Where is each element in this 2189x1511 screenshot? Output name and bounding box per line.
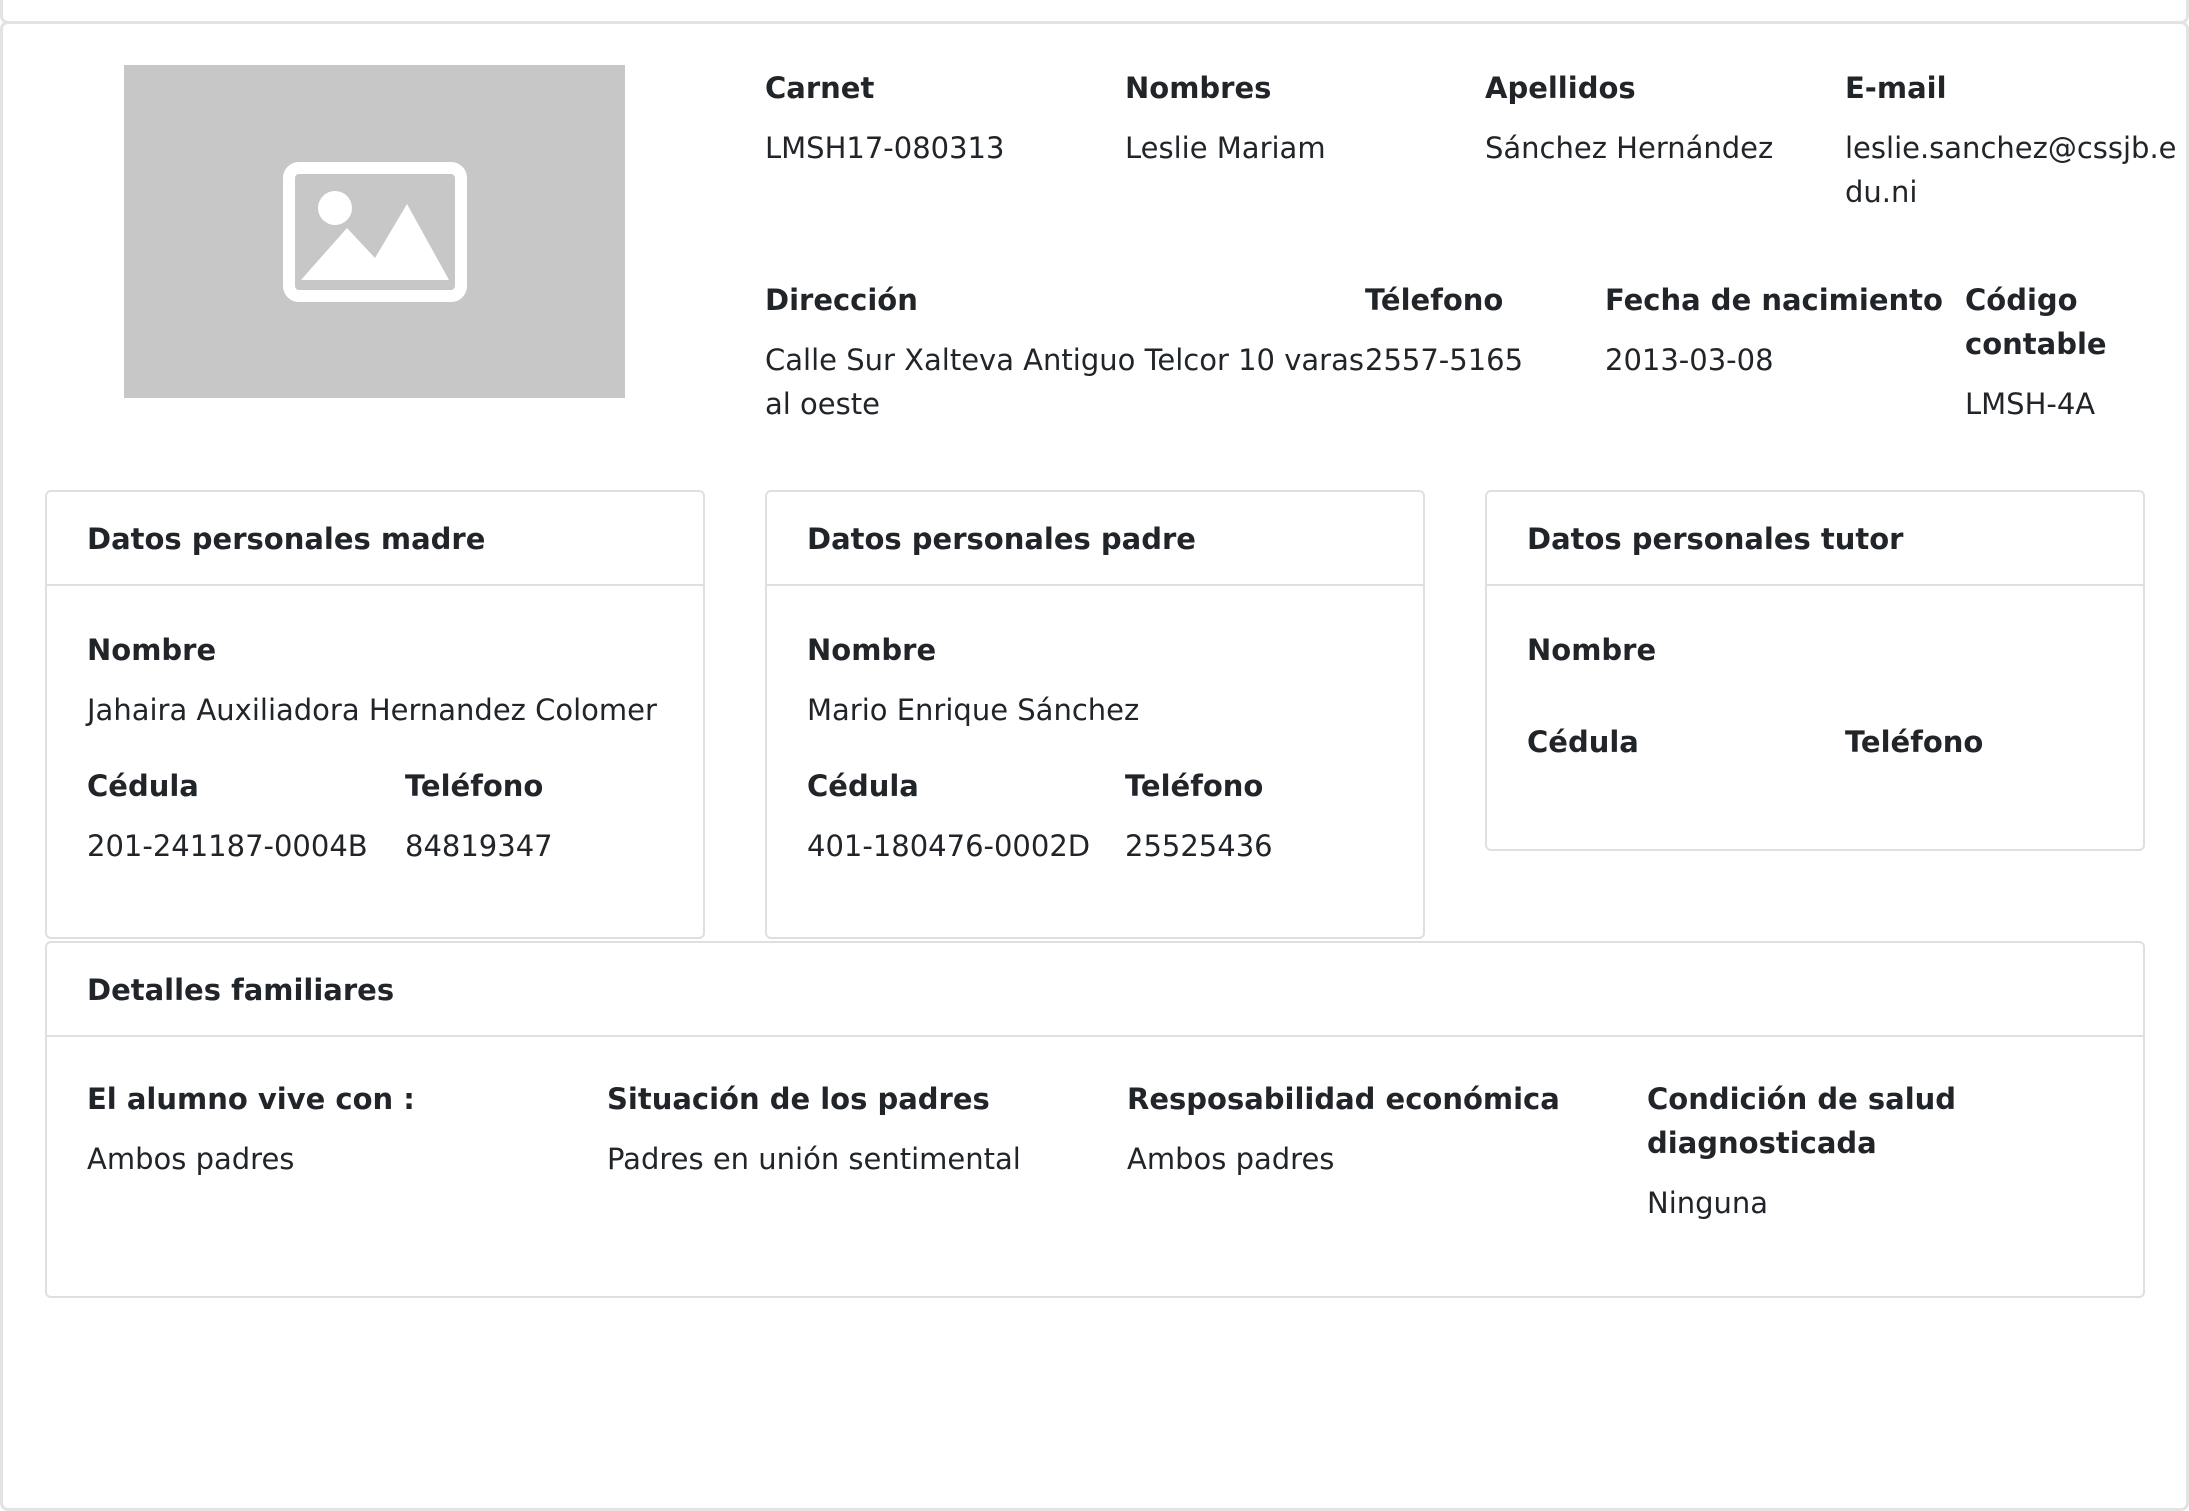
email-label: E-mail	[1845, 71, 1947, 105]
madre-nombre-value: Jahaira Auxiliadora Hernandez Colomer	[87, 693, 657, 727]
madre-panel-title: Datos personales madre	[87, 522, 486, 556]
tutor-nombre-label: Nombre	[1527, 633, 1657, 667]
familia-panel-title: Detalles familiares	[87, 973, 395, 1007]
madre-cedula-value: 201-241187-0004B	[87, 829, 368, 863]
padre-panel-title: Datos personales padre	[807, 522, 1196, 556]
tutor-panel-header: Datos personales tutor	[1487, 492, 2143, 586]
student-photo	[124, 65, 625, 398]
padre-nombre-label: Nombre	[807, 633, 937, 667]
padre-cedula-value: 401-180476-0002D	[807, 829, 1091, 863]
carnet-label: Carnet	[765, 71, 875, 105]
madre-telefono-value: 84819347	[405, 829, 553, 863]
madre-panel: Datos personales madre Nombre Jahaira Au…	[45, 490, 705, 939]
telefono-label: Télefono	[1365, 283, 1504, 317]
telefono-value: 2557-5165	[1365, 343, 1524, 377]
direccion-label: Dirección	[765, 283, 918, 317]
madre-cedula-label: Cédula	[87, 769, 199, 803]
email-value-line2: du.ni	[1845, 175, 1918, 209]
familia-panel: Detalles familiares El alumno vive con :…	[45, 941, 2145, 1298]
codigo-value: LMSH-4A	[1965, 387, 2096, 421]
madre-panel-header: Datos personales madre	[47, 492, 703, 586]
vive-con-value: Ambos padres	[87, 1142, 295, 1176]
nacimiento-label: Fecha de nacimiento	[1605, 283, 1943, 317]
padre-panel: Datos personales padre Nombre Mario Enri…	[765, 490, 1425, 939]
image-placeholder-icon	[282, 161, 467, 302]
responsabilidad-value: Ambos padres	[1127, 1142, 1335, 1176]
salud-value: Ninguna	[1647, 1186, 1769, 1220]
vive-con-label: El alumno vive con :	[87, 1082, 415, 1116]
carnet-value: LMSH17-080313	[765, 131, 1005, 165]
codigo-label-line2: contable	[1965, 327, 2107, 361]
apellidos-value: Sánchez Hernández	[1485, 131, 1774, 165]
nombres-label: Nombres	[1125, 71, 1272, 105]
email-value-line1: leslie.sanchez@cssjb.e	[1845, 131, 2177, 165]
salud-label-line2: diagnosticada	[1647, 1126, 1877, 1160]
padre-cedula-label: Cédula	[807, 769, 919, 803]
nacimiento-value: 2013-03-08	[1605, 343, 1774, 377]
tutor-panel-title: Datos personales tutor	[1527, 522, 1904, 556]
madre-telefono-label: Teléfono	[405, 769, 544, 803]
responsabilidad-label: Resposabilidad económica	[1127, 1082, 1560, 1116]
tutor-panel: Datos personales tutor Nombre Cédula Tel…	[1485, 490, 2145, 851]
situacion-label: Situación de los padres	[607, 1082, 990, 1116]
padre-telefono-label: Teléfono	[1125, 769, 1264, 803]
madre-nombre-label: Nombre	[87, 633, 217, 667]
direccion-value-line1: Calle Sur Xalteva Antiguo Telcor 10 vara…	[765, 343, 1364, 377]
situacion-value: Padres en unión sentimental	[607, 1142, 1021, 1176]
tutor-cedula-label: Cédula	[1527, 725, 1639, 759]
familia-panel-header: Detalles familiares	[47, 943, 2143, 1037]
nombres-value: Leslie Mariam	[1125, 131, 1326, 165]
direccion-value-line2: al oeste	[765, 387, 880, 421]
tutor-telefono-label: Teléfono	[1845, 725, 1984, 759]
codigo-label-line1: Código	[1965, 283, 2078, 317]
apellidos-label: Apellidos	[1485, 71, 1636, 105]
padre-panel-header: Datos personales padre	[767, 492, 1423, 586]
salud-label-line1: Condición de salud	[1647, 1082, 1957, 1116]
padre-telefono-value: 25525436	[1125, 829, 1273, 863]
padre-nombre-value: Mario Enrique Sánchez	[807, 693, 1140, 727]
